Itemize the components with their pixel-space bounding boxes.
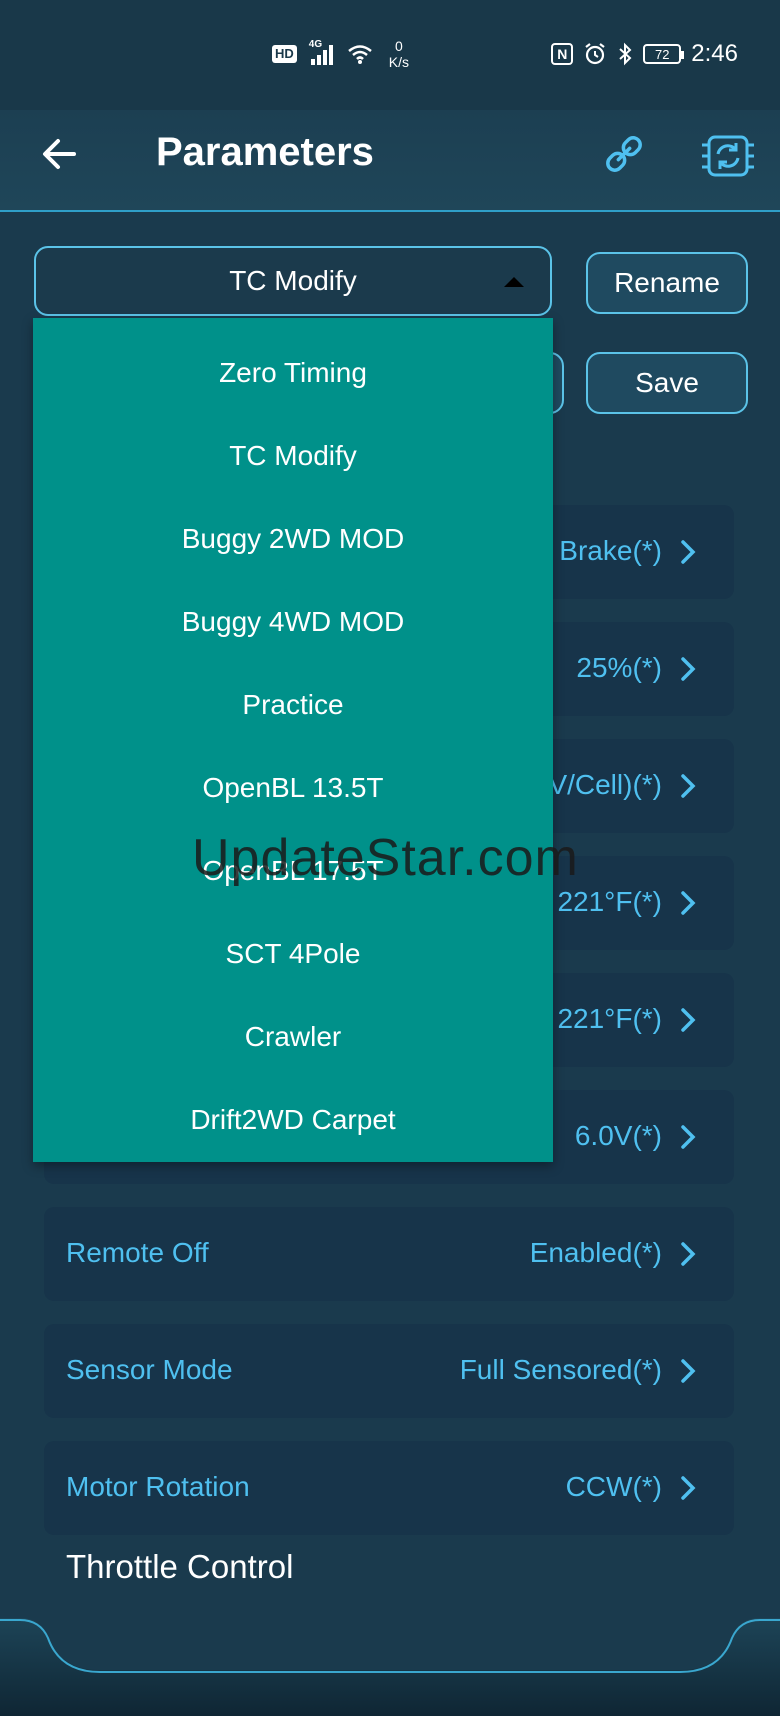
setting-value: Full Sensored(*) bbox=[459, 1354, 662, 1385]
setting-row-sensor-mode[interactable]: Sensor Mode Full Sensored(*) bbox=[44, 1324, 734, 1418]
status-icons-center: HD 4G 0 K/s bbox=[272, 38, 409, 70]
setting-value: 221°F(*) bbox=[557, 886, 662, 917]
dropdown-option[interactable]: Zero Timing bbox=[33, 331, 553, 414]
bottom-decoration bbox=[0, 1618, 780, 1716]
profile-select[interactable]: TC Modify bbox=[34, 246, 552, 316]
caret-up-icon bbox=[504, 277, 524, 287]
wifi-icon bbox=[347, 45, 372, 64]
setting-row-motor-rotation[interactable]: Motor Rotation CCW(*) bbox=[44, 1441, 734, 1535]
setting-value: Enabled(*) bbox=[529, 1237, 662, 1268]
setting-value: 25%(*) bbox=[576, 652, 662, 683]
setting-value: 221°F(*) bbox=[557, 1003, 662, 1034]
chevron-right-icon bbox=[681, 657, 696, 681]
dropdown-option[interactable]: SCT 4Pole bbox=[33, 912, 553, 995]
dropdown-option[interactable]: Crawler bbox=[33, 995, 553, 1078]
back-arrow-icon[interactable] bbox=[36, 130, 84, 178]
status-icons-right: N 72 2:46 bbox=[551, 40, 738, 68]
chevron-right-icon bbox=[681, 891, 696, 915]
clock: 2:46 bbox=[691, 40, 738, 67]
network-speed: 0 K/s bbox=[388, 38, 410, 70]
chevron-right-icon bbox=[681, 1359, 696, 1383]
dropdown-option[interactable]: Buggy 2WD MOD bbox=[33, 497, 553, 580]
dropdown-option[interactable]: OpenBL 13.5T bbox=[33, 746, 553, 829]
profile-select-value: TC Modify bbox=[229, 265, 357, 296]
rename-button[interactable]: Rename bbox=[586, 252, 748, 314]
chevron-right-icon bbox=[681, 1008, 696, 1032]
setting-row-remote-off[interactable]: Remote Off Enabled(*) bbox=[44, 1207, 734, 1301]
link-icon[interactable] bbox=[600, 130, 648, 178]
setting-label: Sensor Mode bbox=[66, 1354, 233, 1385]
page-title: Parameters bbox=[156, 130, 374, 174]
hd-badge: HD bbox=[272, 45, 297, 63]
setting-label: Remote Off bbox=[66, 1237, 209, 1268]
chevron-right-icon bbox=[681, 1476, 696, 1500]
dropdown-option[interactable]: Drift2WD Carpet bbox=[33, 1078, 553, 1161]
alarm-icon bbox=[585, 43, 605, 65]
app-header: Parameters bbox=[0, 110, 780, 212]
setting-label: Motor Rotation bbox=[66, 1471, 250, 1502]
chevron-right-icon bbox=[681, 540, 696, 564]
sync-icon[interactable] bbox=[700, 128, 756, 184]
status-bar: HD 4G 0 K/s N 72 2:46 bbox=[0, 0, 780, 110]
setting-value: V/Cell)(*) bbox=[548, 769, 662, 800]
signal-icon: 4G bbox=[309, 39, 333, 65]
setting-value: Brake(*) bbox=[559, 535, 662, 566]
setting-value: CCW(*) bbox=[565, 1471, 662, 1502]
nfc-icon: N bbox=[551, 43, 574, 65]
dropdown-option[interactable]: Buggy 4WD MOD bbox=[33, 580, 553, 663]
dropdown-option[interactable]: Practice bbox=[33, 663, 553, 746]
chevron-right-icon bbox=[681, 1242, 696, 1266]
dropdown-option[interactable]: TC Modify bbox=[33, 414, 553, 497]
profile-dropdown-list: Zero Timing TC Modify Buggy 2WD MOD Bugg… bbox=[33, 318, 553, 1162]
section-title: Throttle Control bbox=[66, 1548, 294, 1585]
setting-value: 6.0V(*) bbox=[574, 1120, 662, 1151]
chevron-right-icon bbox=[681, 1125, 696, 1149]
chevron-right-icon bbox=[681, 774, 696, 798]
save-button[interactable]: Save bbox=[586, 352, 748, 414]
bluetooth-icon bbox=[619, 42, 632, 66]
watermark: UpdateStar.com bbox=[192, 829, 579, 887]
battery-icon: 72 bbox=[643, 44, 685, 64]
